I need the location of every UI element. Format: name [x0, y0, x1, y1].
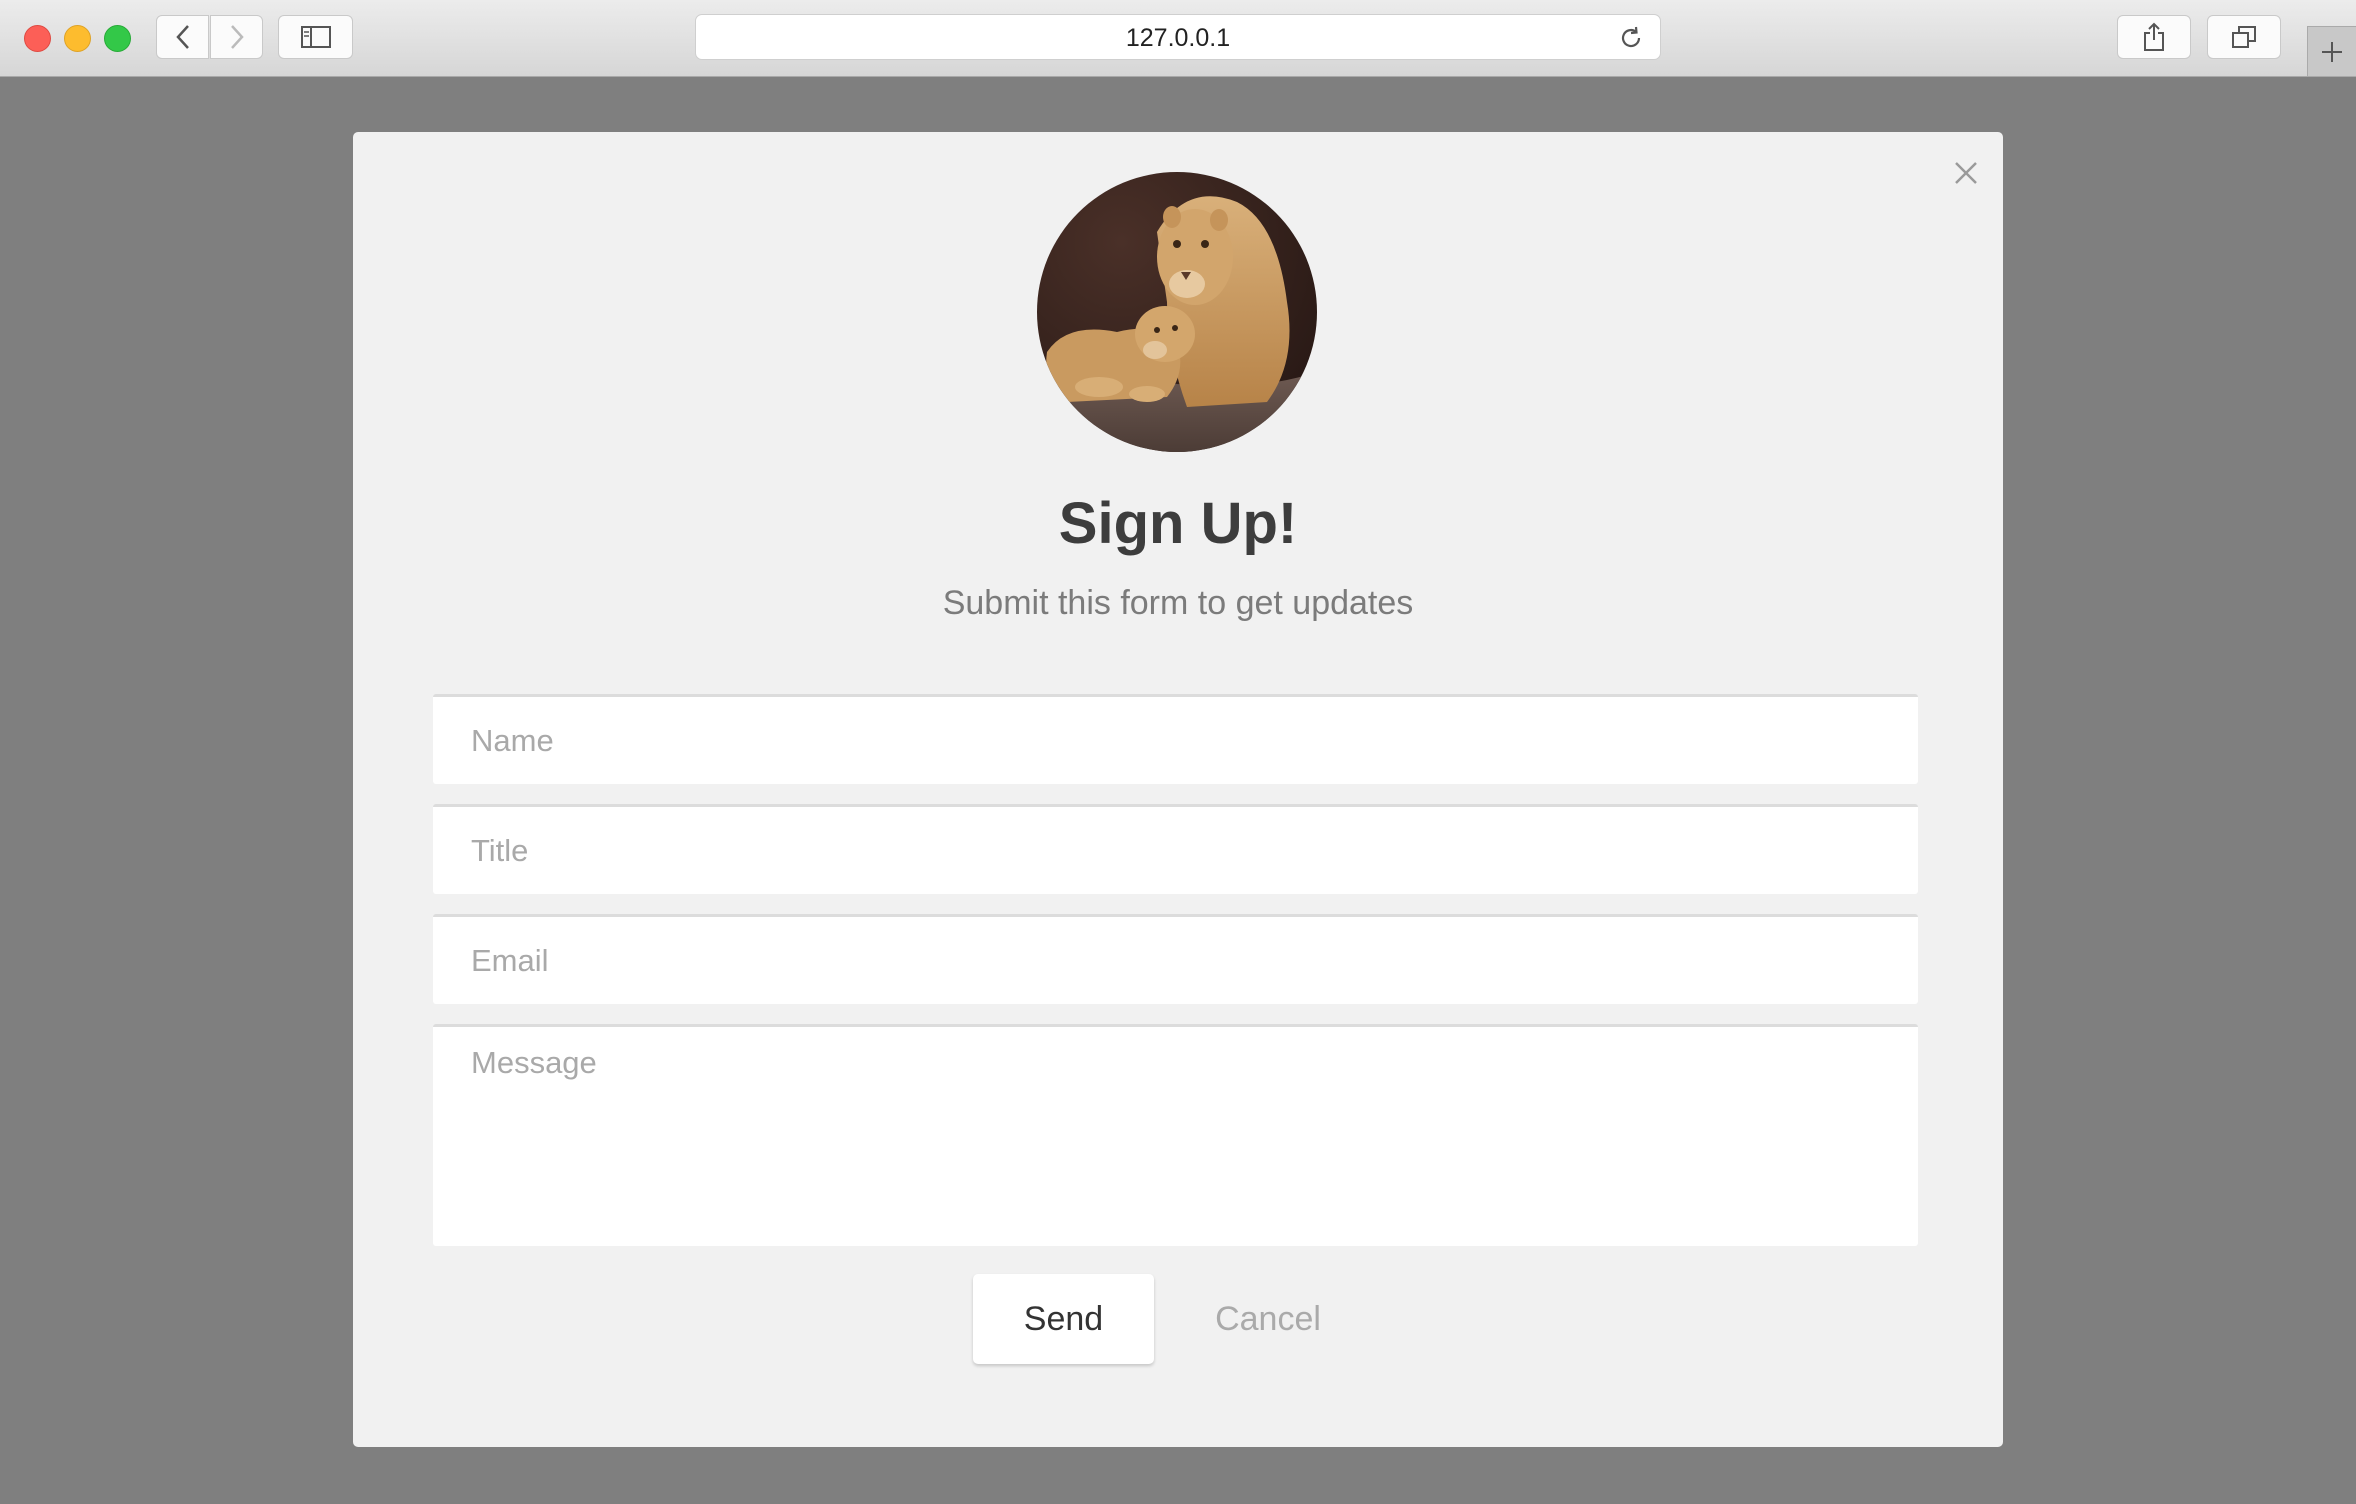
forward-arrow-icon	[230, 25, 244, 49]
close-window-button[interactable]	[24, 25, 51, 52]
back-arrow-icon	[175, 25, 189, 49]
sidebar-icon	[300, 26, 331, 48]
title-field[interactable]	[433, 804, 1918, 894]
reload-icon[interactable]	[1618, 25, 1644, 51]
forward-button[interactable]	[210, 15, 263, 59]
share-icon	[2144, 22, 2164, 51]
show-tabs-button[interactable]	[2207, 15, 2281, 59]
url-text: 127.0.0.1	[1125, 24, 1231, 52]
page-title: Sign Up!	[1058, 491, 1298, 556]
close-button[interactable]	[1947, 154, 1985, 192]
address-bar[interactable]: 127.0.0.1	[695, 14, 1661, 60]
lioness-and-cub-photo	[1037, 172, 1317, 452]
minimize-window-button[interactable]	[64, 25, 91, 52]
zoom-window-button[interactable]	[104, 25, 131, 52]
send-button[interactable]: Send	[973, 1274, 1154, 1364]
close-icon	[1955, 162, 1977, 184]
signup-modal: Sign Up! Submit this form to get updates…	[353, 132, 2003, 1447]
page-subtitle: Submit this form to get updates	[942, 584, 1414, 622]
tabs-icon	[2232, 26, 2256, 48]
back-button[interactable]	[156, 15, 209, 59]
browser-toolbar: 127.0.0.1	[0, 0, 2356, 77]
share-button[interactable]	[2117, 15, 2191, 59]
email-field[interactable]	[433, 914, 1918, 1004]
avatar	[1037, 172, 1317, 452]
new-tab-button[interactable]	[2307, 26, 2356, 76]
sidebar-toggle-button[interactable]	[278, 15, 353, 59]
plus-icon	[2322, 41, 2342, 62]
message-field[interactable]	[433, 1024, 1918, 1246]
cancel-button[interactable]: Cancel	[1198, 1274, 1338, 1364]
name-field[interactable]	[433, 694, 1918, 784]
